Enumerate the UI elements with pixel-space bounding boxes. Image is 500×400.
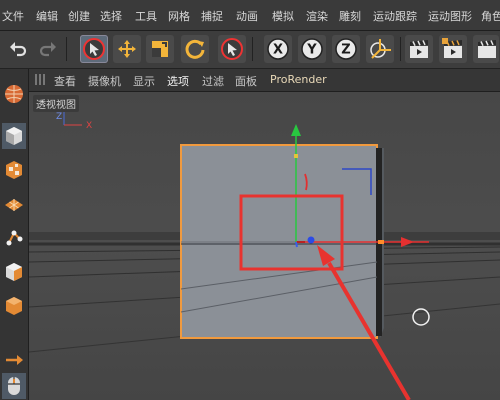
undo-icon (10, 42, 27, 57)
viewport-canvas: Z X (29, 112, 500, 400)
menu-sculpt[interactable]: 雕刻 (339, 8, 361, 24)
arrow-tool-button[interactable] (2, 347, 26, 373)
cursor-ring (412, 308, 430, 326)
select-arrow-icon (83, 38, 105, 60)
menu-motion-tracker[interactable]: 运动跟踪 (373, 8, 417, 24)
menubar: 文件 编辑 创建 选择 工具 网格 捕捉 动画 模拟 渲染 雕刻 运动跟踪 运动图形 角色 (0, 0, 500, 31)
viewport-menu-cameras[interactable]: 摄像机 (88, 73, 121, 89)
view-sphere-button[interactable] (2, 81, 26, 107)
y-axis-icon: Y (301, 38, 323, 60)
viewport-menu-prorender[interactable]: ProRender (270, 73, 327, 86)
mouse-tool-button[interactable] (2, 373, 26, 399)
menu-animate[interactable]: 动画 (236, 8, 258, 24)
menu-simulate[interactable]: 模拟 (272, 8, 294, 24)
viewport-menu: 查看 摄像机 显示 选项 过滤 面板 ProRender (29, 69, 500, 92)
z-axis-icon: Z (335, 38, 357, 60)
menu-select[interactable]: 选择 (100, 8, 122, 24)
viewport-menu-panel[interactable]: 面板 (235, 73, 257, 89)
viewport-menu-options[interactable]: 选项 (167, 73, 189, 89)
x-axis-icon: X (267, 38, 289, 60)
render-to-picture-viewer-button[interactable] (439, 35, 467, 63)
rotate-icon (185, 39, 205, 59)
left-tool-palette (0, 69, 29, 400)
coordinate-system-button[interactable] (366, 35, 394, 63)
menu-snap[interactable]: 捕捉 (201, 8, 223, 24)
checkered-cube-button[interactable] (2, 157, 26, 183)
floor-plane-button[interactable] (2, 191, 26, 217)
z-axis-lock-button[interactable]: Z (332, 35, 360, 63)
floor-plane-icon (5, 199, 23, 211)
menu-file[interactable]: 文件 (2, 8, 24, 24)
move-tool-button[interactable] (113, 35, 141, 63)
live-selection-button[interactable] (80, 35, 108, 63)
selection-tool-button[interactable] (218, 35, 246, 63)
menu-mograph[interactable]: 运动图形 (428, 8, 472, 24)
render-settings-button[interactable] (473, 35, 499, 63)
select-arrow-alt-icon (221, 38, 243, 60)
clapboard-render-icon (442, 38, 462, 58)
menu-create[interactable]: 创建 (68, 8, 90, 24)
undo-button[interactable] (4, 35, 32, 63)
arrow-right-icon (6, 355, 23, 365)
polygon-object-icon (6, 297, 22, 315)
object-cube-button[interactable] (2, 259, 26, 285)
menu-render[interactable]: 渲染 (306, 8, 328, 24)
viewport-menu-filter[interactable]: 过滤 (202, 73, 224, 89)
mouse-icon (8, 377, 20, 395)
object-cube-icon (6, 263, 22, 281)
menu-character[interactable]: 角色 (481, 8, 500, 24)
rotate-tool-button[interactable] (181, 35, 209, 63)
cube-icon (6, 127, 22, 145)
coordinate-system-icon (370, 39, 391, 59)
mini-axis: Z X (56, 112, 92, 131)
bone-icon (6, 230, 23, 246)
z-axis-label: Z (341, 43, 350, 58)
perspective-viewport[interactable]: 透视视图 Z X (29, 92, 500, 400)
scale-icon (152, 41, 168, 57)
cube-object-button[interactable] (2, 123, 26, 149)
checkered-cube-icon (6, 161, 22, 179)
bone-tool-button[interactable] (2, 225, 26, 251)
menu-tools[interactable]: 工具 (135, 8, 157, 24)
polygon-object-button[interactable] (2, 293, 26, 319)
viewport-menu-view[interactable]: 查看 (54, 73, 76, 89)
menu-edit[interactable]: 编辑 (36, 8, 58, 24)
move-icon (118, 40, 136, 58)
x-axis-lock-button[interactable]: X (264, 35, 292, 63)
svg-text:X: X (86, 121, 92, 131)
redo-icon (39, 42, 56, 57)
redo-button[interactable] (34, 35, 62, 63)
y-axis-lock-button[interactable]: Y (298, 35, 326, 63)
clapboard-settings-icon (478, 40, 496, 58)
render-view-button[interactable] (405, 35, 433, 63)
x-axis-label: X (273, 43, 283, 58)
viewport-grip-icon (35, 74, 45, 85)
svg-text:Z: Z (56, 112, 62, 122)
toolbar: X Y Z (0, 31, 500, 69)
viewport-menu-display[interactable]: 显示 (133, 73, 155, 89)
sphere-icon (5, 85, 23, 103)
menu-mesh[interactable]: 网格 (168, 8, 190, 24)
scale-tool-button[interactable] (146, 35, 174, 63)
y-axis-label: Y (306, 43, 317, 58)
clapboard-icon (410, 40, 428, 58)
